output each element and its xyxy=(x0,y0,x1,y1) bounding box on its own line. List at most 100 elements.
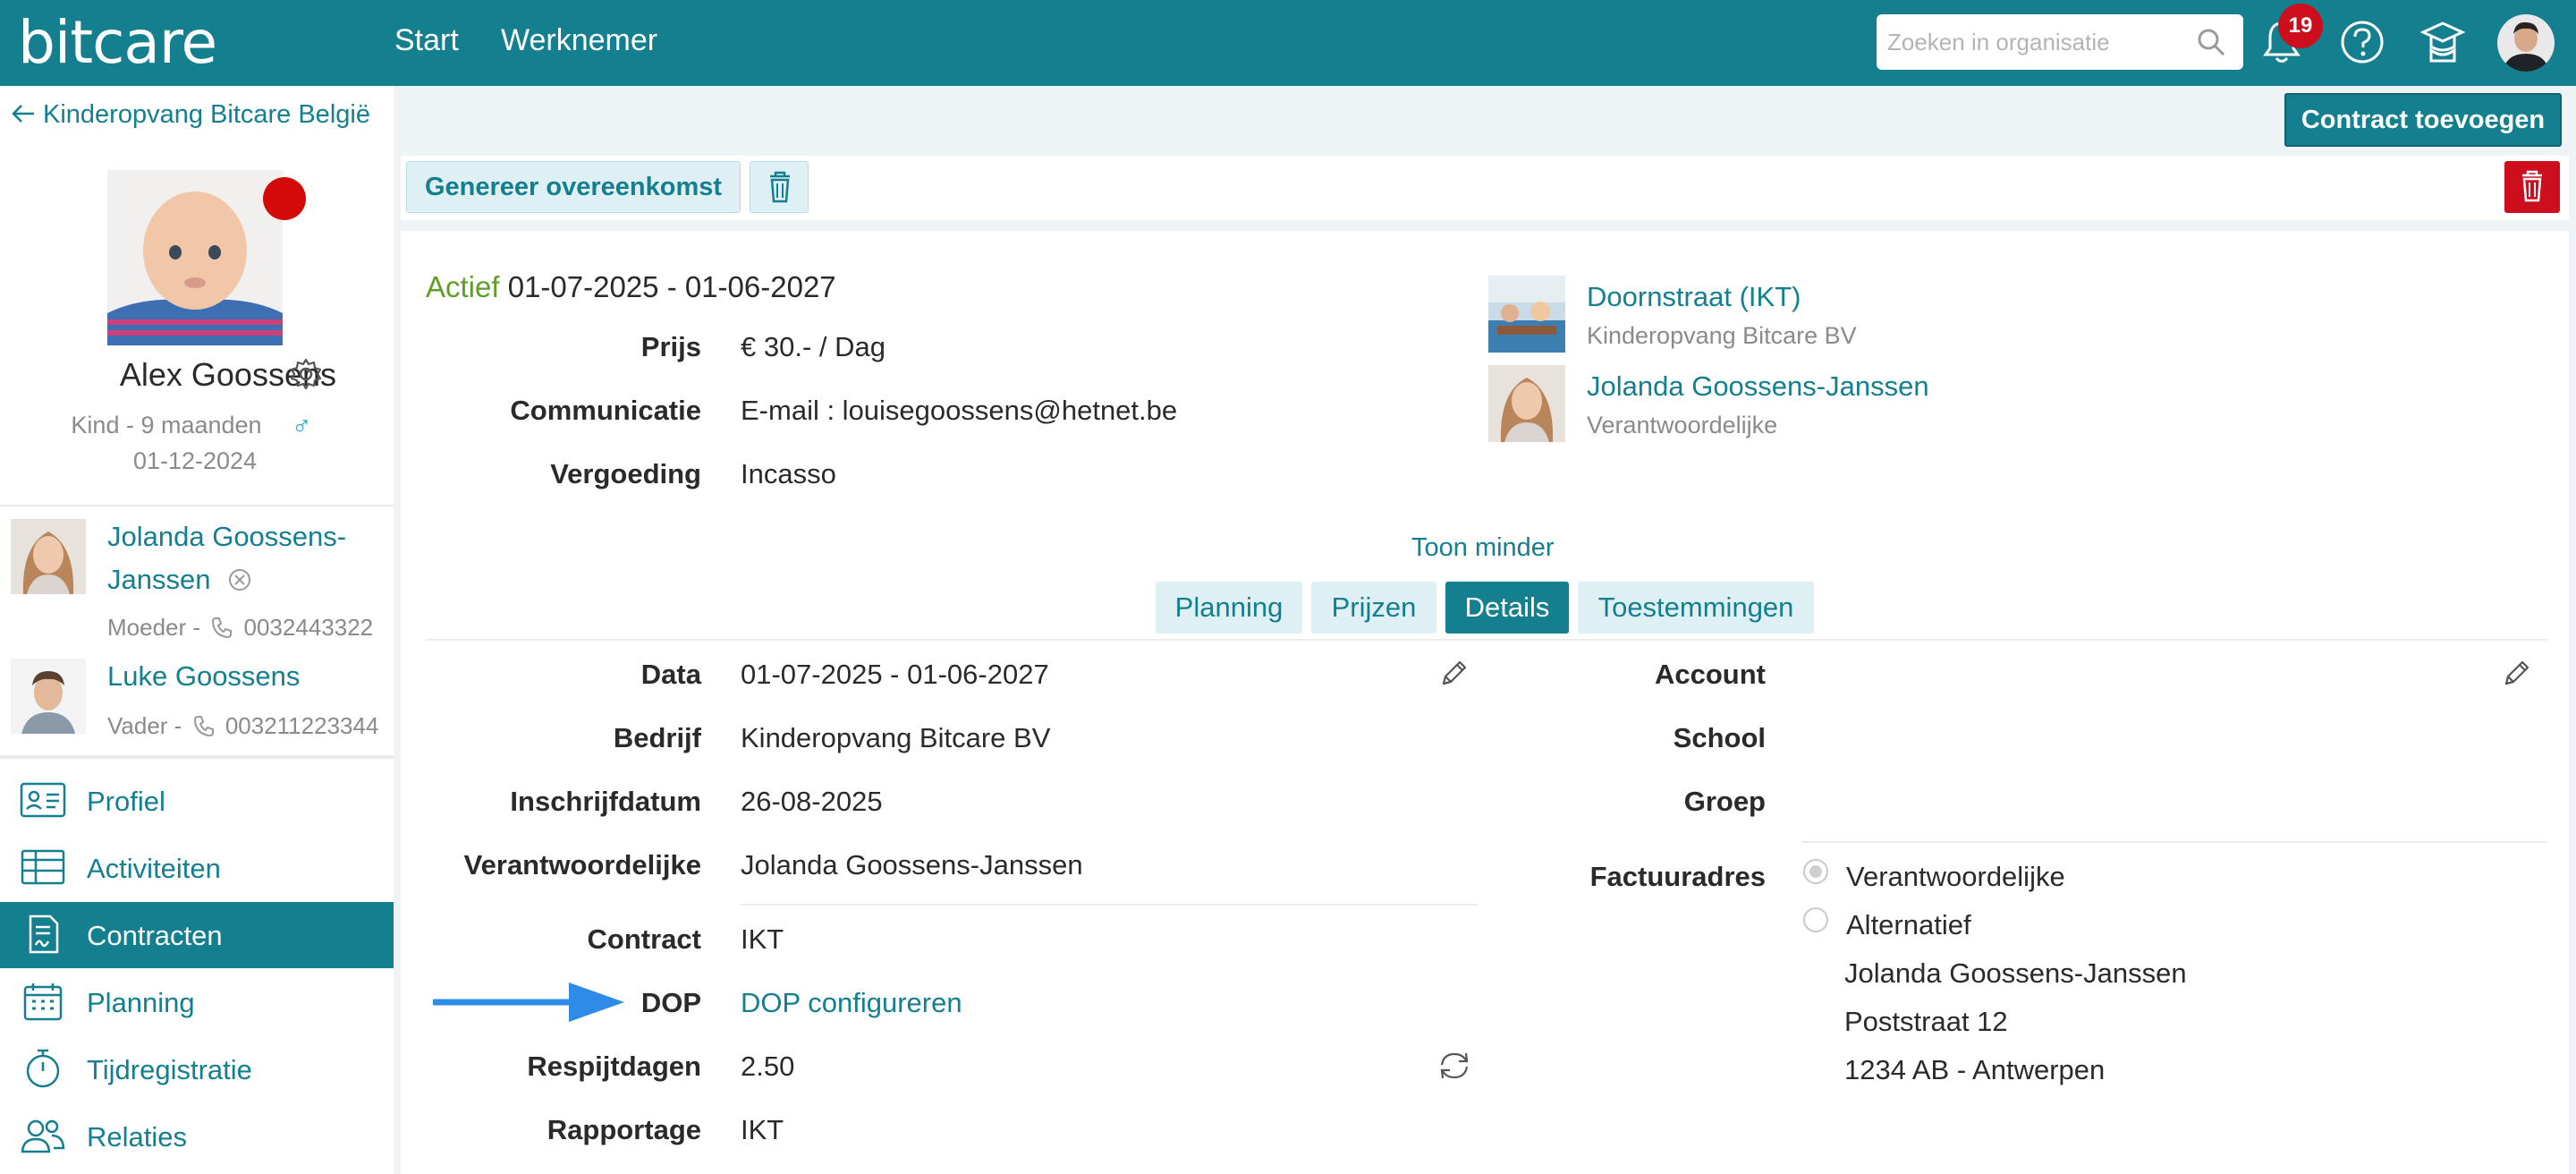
phone-icon[interactable] xyxy=(210,616,233,639)
value-verantwoordelijke: Jolanda Goossens-Janssen xyxy=(741,849,1083,880)
responsible-photo[interactable] xyxy=(1488,365,1565,442)
help-icon[interactable] xyxy=(2340,18,2385,66)
sidebar-item-label: Tijdregistratie xyxy=(87,1054,252,1085)
value-inschrijfdatum: 26-08-2025 xyxy=(741,786,883,817)
pencil-icon[interactable] xyxy=(1438,657,1470,689)
value-contract: IKT xyxy=(741,923,784,955)
toggle-details-link[interactable]: Toon minder xyxy=(1411,533,1555,563)
parent-name-luke[interactable]: Luke Goossens xyxy=(107,655,300,698)
label-rapportage: Rapportage xyxy=(547,1114,701,1145)
tab-planning[interactable]: Planning xyxy=(1156,582,1302,634)
label-factuuradres: Factuuradres xyxy=(1589,861,1766,892)
label-groep: Groep xyxy=(1683,786,1766,817)
responsible-role: Verantwoordelijke xyxy=(1587,412,1778,438)
trash-icon xyxy=(770,171,790,203)
value-respijtdagen: 2.50 xyxy=(741,1051,795,1082)
search-icon[interactable] xyxy=(2196,27,2226,57)
radio-verantwoordelijke[interactable] xyxy=(1803,859,1828,884)
nav-start[interactable]: Start xyxy=(394,23,459,58)
sidebar-divider xyxy=(0,755,394,759)
value-communicatie: E-mail : louisegoossens@hetnet.be xyxy=(741,395,1178,426)
label-vergoeding: Vergoeding xyxy=(550,458,701,489)
radio-alternatief[interactable] xyxy=(1803,907,1828,932)
address-line: Jolanda Goossens-Janssen xyxy=(1844,957,2187,989)
sidebar-item-label: Planning xyxy=(87,987,195,1018)
tab-details[interactable]: Details xyxy=(1445,582,1569,634)
generate-agreement-button[interactable]: Genereer overeenkomst xyxy=(406,161,741,213)
option-alternatief[interactable]: Alternatief xyxy=(1846,909,1971,941)
calendar-icon xyxy=(23,983,63,1021)
refresh-icon[interactable] xyxy=(1436,1049,1472,1083)
sidebar-item-activiteiten[interactable]: Activiteiten xyxy=(0,835,394,901)
details-divider xyxy=(1801,841,2547,843)
user-avatar[interactable] xyxy=(2497,14,2555,72)
pencil-icon[interactable] xyxy=(2501,657,2533,689)
add-contract-button[interactable]: Contract toevoegen xyxy=(2284,93,2562,147)
value-bedrijf: Kinderopvang Bitcare BV xyxy=(741,722,1051,753)
responsible-link[interactable]: Jolanda Goossens-Janssen xyxy=(1587,370,1929,403)
sidebar-item-planning[interactable]: Planning xyxy=(0,969,394,1035)
address-line: 1234 AB - Antwerpen xyxy=(1844,1054,2106,1085)
remove-circle-icon[interactable] xyxy=(227,567,252,592)
value-vergoeding: Incasso xyxy=(741,458,836,489)
status-label: Actief xyxy=(426,270,500,303)
sidebar-item-tijdregistratie[interactable]: Tijdregistratie xyxy=(0,1036,394,1102)
parent-name-jolanda[interactable]: Jolanda Goossens- Janssen xyxy=(107,515,346,601)
label-contract: Contract xyxy=(587,923,701,955)
label-prijs: Prijs xyxy=(640,331,701,362)
search-input[interactable] xyxy=(1877,14,2243,70)
tab-prijzen[interactable]: Prijzen xyxy=(1311,582,1436,634)
label-respijtdagen: Respijtdagen xyxy=(527,1051,701,1082)
arrow-left-icon xyxy=(12,105,34,123)
label-dop: DOP xyxy=(640,987,701,1018)
label-account: Account xyxy=(1655,659,1766,690)
label-data: Data xyxy=(640,659,701,690)
status-indicator xyxy=(263,177,306,220)
delete-button[interactable] xyxy=(750,161,809,213)
value-rapportage: IKT xyxy=(741,1114,784,1145)
option-verantwoordelijke[interactable]: Verantwoordelijke xyxy=(1846,861,2065,893)
notification-badge[interactable]: 19 xyxy=(2278,4,2323,48)
sidebar-item-contracten[interactable]: Contracten xyxy=(0,902,394,968)
delete-contract-button[interactable] xyxy=(2504,161,2560,213)
parent-contact-jolanda: Moeder - 0032443322 xyxy=(107,614,374,641)
phone-icon[interactable] xyxy=(192,714,216,737)
back-link[interactable]: Kinderopvang Bitcare België xyxy=(11,100,370,130)
child-birthdate: 01-12-2024 xyxy=(132,447,258,474)
parent-contact-luke: Vader - 003211223344 xyxy=(107,712,379,739)
sidebar-item-label: Activiteiten xyxy=(87,853,221,884)
gender-male-icon: ♂ xyxy=(292,412,312,441)
label-school: School xyxy=(1673,722,1766,753)
address-line: Poststraat 12 xyxy=(1844,1006,2008,1037)
sidebar-item-relaties[interactable]: Relaties xyxy=(0,1103,394,1170)
parent-photo[interactable] xyxy=(11,519,86,594)
table-icon xyxy=(21,849,65,885)
profile-card-icon xyxy=(20,782,66,818)
dop-configure-link[interactable]: DOP configureren xyxy=(741,987,962,1019)
contract-panel xyxy=(401,231,2569,1174)
gear-icon[interactable] xyxy=(288,356,324,392)
trash-icon xyxy=(2522,170,2542,202)
location-link[interactable]: Doornstraat (IKT) xyxy=(1587,281,1801,313)
location-photo[interactable] xyxy=(1488,276,1565,353)
label-verantwoordelijke: Verantwoordelijke xyxy=(463,849,701,880)
sidebar-item-label: Profiel xyxy=(87,786,165,817)
sidebar: Kinderopvang Bitcare België Alex Goossen… xyxy=(0,86,394,1174)
details-divider xyxy=(741,904,1478,906)
sidebar-item-label: Contracten xyxy=(87,920,223,951)
back-link-label: Kinderopvang Bitcare België xyxy=(43,100,370,129)
tab-toestemmingen[interactable]: Toestemmingen xyxy=(1578,582,1814,634)
contract-period: 01-07-2025 - 01-06-2027 xyxy=(507,270,836,303)
bitcare-logo[interactable]: bitcare xyxy=(18,9,217,77)
top-bar: bitcare Start Werknemer 19 xyxy=(0,0,2576,86)
sidebar-item-label: Relaties xyxy=(87,1121,187,1153)
contract-icon xyxy=(29,915,59,954)
nav-werknemer[interactable]: Werknemer xyxy=(501,23,657,58)
sidebar-divider xyxy=(0,505,394,506)
contract-header: Actief 01-07-2025 - 01-06-2027 xyxy=(426,270,836,304)
child-photo[interactable] xyxy=(107,170,283,345)
parent-photo[interactable] xyxy=(11,659,86,734)
graduation-icon[interactable] xyxy=(2420,18,2465,66)
value-data: 01-07-2025 - 01-06-2027 xyxy=(741,659,1049,690)
sidebar-item-profiel[interactable]: Profiel xyxy=(0,768,394,834)
